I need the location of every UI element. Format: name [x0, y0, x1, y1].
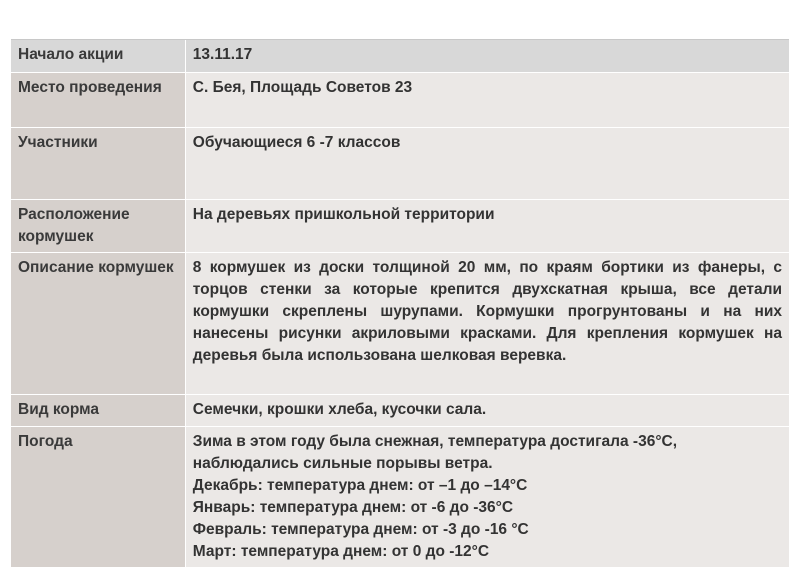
table-row: Место проведения С. Бея, Площадь Советов…	[11, 73, 789, 128]
row-label: Расположение кормушек	[11, 200, 185, 252]
table-row: Участники Обучающиеся 6 -7 классов	[11, 128, 789, 200]
row-value: 13.11.17	[185, 40, 789, 72]
row-label: Описание кормушек	[11, 253, 185, 394]
table-row: Погода Зима в этом году была снежная, те…	[11, 427, 789, 568]
row-value: Обучающиеся 6 -7 классов	[185, 128, 789, 199]
weather-line: Декабрь: температура днем: от –1 до –14°…	[192, 477, 528, 494]
label-text: Погода	[18, 433, 73, 450]
weather-line: Январь: температура днем: от -6 до -36°С	[192, 499, 514, 516]
event-info-table: Начало акции 13.11.17 Место проведения С…	[11, 39, 789, 568]
row-value: С. Бея, Площадь Советов 23	[185, 73, 789, 127]
label-text: Место проведения	[18, 79, 162, 96]
table-row: Начало акции 13.11.17	[11, 40, 789, 73]
weather-line: Март: температура днем: от 0 до -12°С	[192, 543, 490, 560]
row-value: Семечки, крошки хлеба, кусочки сала.	[185, 395, 789, 426]
row-value: 8 кормушек из доски толщиной 20 мм, по к…	[185, 253, 789, 394]
label-text: Вид корма	[18, 401, 100, 418]
row-label: Участники	[11, 128, 185, 199]
row-label: Место проведения	[11, 73, 185, 127]
label-text: Участники	[18, 134, 98, 151]
label-text: Описание кормушек	[18, 259, 174, 276]
table-row: Расположение кормушек На деревьях пришко…	[11, 200, 789, 253]
row-value: Зима в этом году была снежная, температу…	[185, 427, 789, 567]
row-label: Вид корма	[11, 395, 185, 426]
row-value: На деревьях пришкольной территории	[185, 200, 789, 252]
table-row: Вид корма Семечки, крошки хлеба, кусочки…	[11, 395, 789, 427]
label-text: Начало акции	[18, 46, 124, 63]
table-row: Описание кормушек 8 кормушек из доски то…	[11, 253, 789, 395]
weather-line: Февраль: температура днем: от -3 до -16 …	[192, 521, 529, 538]
weather-line: Зима в этом году была снежная, температу…	[192, 433, 678, 472]
row-label: Погода	[11, 427, 185, 567]
row-label: Начало акции	[11, 40, 185, 72]
label-text: Расположение кормушек	[18, 206, 130, 245]
